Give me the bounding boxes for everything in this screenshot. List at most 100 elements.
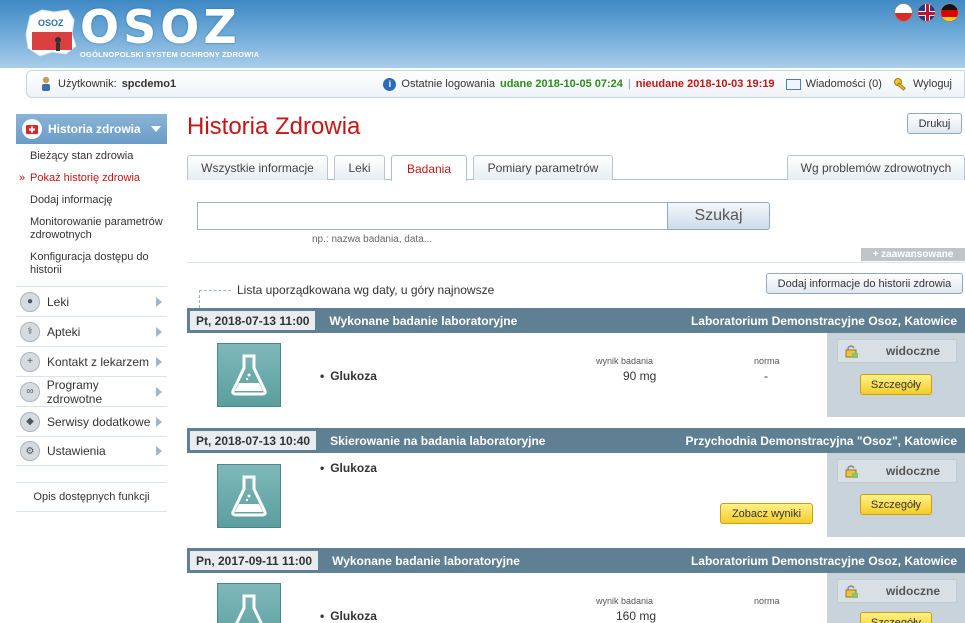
search-hint: np.: nazwa badania, data...	[312, 234, 433, 245]
flag-gb-icon[interactable]	[917, 3, 936, 22]
sidebar-item-kontakt[interactable]: + Kontakt z lekarzem	[16, 346, 167, 376]
sidebar: Historia zdrowia Bieżący stan zdrowia Po…	[16, 114, 167, 512]
tab-all-info[interactable]: Wszystkie informacje	[187, 155, 328, 180]
submenu-add-info[interactable]: Dodaj informację	[30, 194, 167, 207]
record-type[interactable]: Skierowanie na badania laboratoryjne	[330, 434, 545, 448]
sidebar-item-label: Programy zdrowotne	[46, 377, 103, 406]
result-label: wynik badania	[596, 596, 654, 606]
sidebar-item-ustawienia[interactable]: ⚙ Ustawienia	[16, 436, 167, 466]
tab-health-problems[interactable]: Wg problemów zdrowotnych	[787, 155, 965, 180]
test-item: Glukoza	[320, 609, 377, 623]
record-body: Glukoza Zobacz wyniki widoczne Szczegóły	[187, 453, 965, 537]
visibility-toggle[interactable]: widoczne	[837, 579, 957, 603]
submenu-monitoring[interactable]: Monitorowanie parametrów zdrowotnych	[30, 216, 167, 242]
page-title: Historia Zdrowia	[187, 113, 361, 140]
keys-icon	[893, 77, 906, 91]
norm-label: norma	[754, 596, 780, 606]
sidebar-item-label: Serwisy dodatkowe	[47, 414, 151, 429]
sidebar-item-label: Kontakt z lekarzem	[47, 354, 150, 369]
pharmacy-icon: ⚕	[20, 321, 40, 342]
sidebar-item-label: Ustawienia	[47, 444, 106, 458]
chevron-right-icon	[156, 326, 162, 337]
user-bar: Użytkownik: spcdemo1 i Ostatnie logowani…	[26, 70, 965, 98]
result-label: wynik badania	[596, 356, 654, 366]
logo-text: OSOZ	[80, 0, 241, 54]
tab-leki[interactable]: Leki	[334, 155, 385, 180]
sort-note: Lista uporządkowana wg daty, u góry najn…	[237, 283, 495, 297]
visibility-label: widoczne	[886, 584, 941, 598]
flag-de-icon[interactable]	[940, 3, 959, 22]
record-row: Pn, 2017-09-11 11:00 Wykonane badanie la…	[187, 548, 965, 623]
norm-value: -	[764, 369, 768, 383]
search-input[interactable]	[197, 202, 668, 230]
record-row: Pt, 2018-07-13 11:00 Wykonane badanie la…	[187, 308, 965, 417]
sidebar-item-programy[interactable]: ∞ Programy zdrowotne	[16, 376, 167, 406]
tab-pomiary[interactable]: Pomiary parametrów	[473, 155, 613, 180]
submenu-current-health[interactable]: Bieżący stan zdrowia	[30, 150, 167, 163]
record-place: Laboratorium Demonstracyjne Osoz, Katowi…	[690, 313, 957, 328]
sidebar-active-label: Historia zdrowia	[48, 122, 141, 136]
divider	[187, 262, 965, 263]
sidebar-item-serwisy[interactable]: ◆ Serwisy dodatkowe	[16, 406, 167, 436]
flag-pl-icon[interactable]	[894, 3, 913, 22]
mail-icon[interactable]	[785, 78, 801, 90]
lock-icon	[845, 345, 858, 358]
chevron-right-icon	[156, 356, 162, 367]
result-value: 160 mg	[616, 609, 657, 623]
details-button[interactable]: Szczegóły	[860, 494, 932, 515]
last-login-success: udane 2018-10-05 07:24	[499, 78, 623, 90]
record-date: Pt, 2018-07-13 10:40	[190, 431, 317, 450]
sidebar-item-health-history[interactable]: Historia zdrowia	[16, 114, 167, 144]
search-button[interactable]: Szukaj	[667, 202, 770, 230]
sidebar-item-apteki[interactable]: ⚕ Apteki	[16, 316, 167, 346]
user-label: Użytkownik:	[58, 78, 117, 90]
language-switcher	[894, 3, 959, 22]
chevron-right-icon	[156, 446, 162, 456]
first-aid-icon	[22, 119, 42, 139]
tab-badania[interactable]: Badania	[391, 155, 467, 181]
record-type[interactable]: Wykonane badanie laboratoryjne	[332, 554, 520, 568]
result-value: 90 mg	[623, 369, 657, 383]
tabs-bar: Wszystkie informacje Leki Badania Pomiar…	[187, 155, 965, 181]
logout-link[interactable]: Wyloguj	[913, 78, 952, 90]
record-date: Pn, 2017-09-11 11:00	[190, 551, 319, 570]
add-history-button[interactable]: Dodaj informacje do historii zdrowia	[766, 273, 963, 294]
last-login-failed: nieudane 2018-10-03 19:19	[635, 78, 775, 90]
chevron-right-icon	[156, 386, 162, 397]
lab-flask-icon	[217, 583, 281, 623]
visibility-label: widoczne	[886, 464, 941, 478]
lab-flask-icon	[217, 464, 281, 528]
record-body: Glukoza wynik badania 160 mg norma widoc…	[187, 573, 965, 623]
info-icon: i	[383, 77, 397, 91]
visibility-toggle[interactable]: widoczne	[837, 459, 957, 483]
user-icon	[42, 76, 50, 91]
record-type[interactable]: Wykonane badanie laboratoryjne	[329, 314, 517, 328]
record-header: Pn, 2017-09-11 11:00 Wykonane badanie la…	[187, 548, 965, 573]
functions-description-link[interactable]: Opis dostępnych funkcji	[16, 482, 167, 512]
advanced-search-toggle[interactable]: + zaawansowane	[861, 248, 965, 261]
handshake-icon: ∞	[20, 381, 40, 402]
gear-icon: ⚙	[20, 441, 40, 461]
login-separator: |	[627, 78, 631, 90]
record-actions: widoczne Szczegóły	[827, 453, 965, 537]
chevron-right-icon	[156, 296, 162, 307]
details-button[interactable]: Szczegóły	[860, 374, 932, 395]
submenu-show-history[interactable]: Pokaż historię zdrowia	[19, 172, 167, 185]
submenu-access-config[interactable]: Konfiguracja dostępu do historii	[30, 251, 167, 277]
messages-link[interactable]: Wiadomości (0)	[806, 78, 882, 90]
sidebar-item-leki[interactable]: ● Leki	[16, 286, 167, 316]
services-icon: ◆	[20, 411, 40, 432]
norm-label: norma	[754, 356, 780, 366]
details-button[interactable]: Szczegóły	[860, 612, 932, 623]
record-actions: widoczne Szczegóły	[827, 333, 965, 417]
see-results-button[interactable]: Zobacz wyniki	[720, 503, 813, 524]
print-button[interactable]: Drukuj	[907, 113, 962, 134]
visibility-toggle[interactable]: widoczne	[837, 339, 957, 363]
pills-icon: ●	[20, 291, 40, 312]
chevron-right-icon	[156, 416, 162, 427]
record-place: Przychodnia Demonstracyjna "Osoz", Katow…	[685, 433, 957, 448]
poland-map-logo-icon: OSOZ	[25, 9, 77, 57]
record-body: Glukoza wynik badania 90 mg norma - wido…	[187, 333, 965, 417]
record-actions: widoczne Szczegóły	[827, 573, 965, 623]
sidebar-item-label: Apteki	[47, 324, 81, 339]
